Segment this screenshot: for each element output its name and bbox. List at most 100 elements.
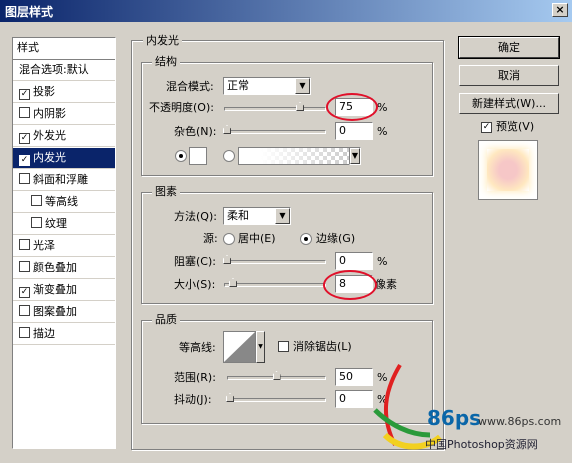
jitter-label: 抖动(J): <box>174 393 212 406</box>
sidebar-item[interactable]: 样式 <box>13 38 115 60</box>
style-checkbox[interactable] <box>31 217 42 228</box>
style-checkbox[interactable]: ✓ <box>19 287 30 298</box>
sidebar-item[interactable]: 描边 <box>13 324 115 345</box>
sidebar-item-label: 样式 <box>17 41 39 54</box>
source-center-radio[interactable] <box>223 233 235 245</box>
opacity-label: 不透明度(O): <box>149 101 214 114</box>
contour-thumbnail[interactable] <box>223 331 256 363</box>
ok-button[interactable]: 确定 <box>458 36 560 59</box>
jitter-slider[interactable] <box>225 393 326 402</box>
contour-label: 等高线: <box>179 341 216 354</box>
sidebar-item-label: 描边 <box>33 327 55 340</box>
glow-color-swatch[interactable] <box>189 147 207 165</box>
style-preview <box>478 140 538 200</box>
style-list: 样式 混合选项:默认 ✓ 投影 内阴影 ✓ 外发光 ✓ 内发光 斜面和浮雕 等高线 纹理 光泽 颜色叠加 ✓… <box>12 37 116 449</box>
source-center-label: 居中(E) <box>238 232 276 245</box>
choke-unit: % <box>377 255 388 268</box>
close-button[interactable]: × <box>552 3 568 17</box>
highlight-circle-size <box>323 270 377 300</box>
noise-label: 杂色(N): <box>174 125 217 138</box>
opacity-unit: % <box>377 101 388 114</box>
style-checkbox[interactable] <box>19 261 30 272</box>
sidebar-item-label: 斜面和浮雕 <box>33 173 88 186</box>
elements-title: 图素 <box>152 185 180 199</box>
source-edge-radio[interactable] <box>300 233 312 245</box>
solid-color-radio[interactable] <box>175 150 187 162</box>
gradient-picker-button[interactable]: ▼ <box>349 147 361 165</box>
method-value: 柔和 <box>227 209 249 222</box>
preview-glow-square <box>487 149 529 191</box>
sidebar-item-label: 投影 <box>33 85 55 98</box>
opacity-slider[interactable] <box>224 102 326 111</box>
sidebar-item-label: 等高线 <box>45 195 78 208</box>
watermark-url: www.86ps.com <box>478 415 562 428</box>
style-checkbox[interactable] <box>19 107 30 118</box>
style-checkbox[interactable] <box>19 327 30 338</box>
source-label: 源: <box>203 232 218 245</box>
title-bar: 图层样式 × <box>0 0 572 22</box>
watermark-brand: 86ps <box>427 406 482 430</box>
close-icon: × <box>555 3 565 16</box>
structure-title: 结构 <box>152 55 180 69</box>
gradient-swatch[interactable] <box>238 147 350 165</box>
quality-title: 品质 <box>152 313 180 327</box>
sidebar-item[interactable]: 斜面和浮雕 <box>13 170 115 191</box>
sidebar-item[interactable]: 纹理 <box>13 214 115 235</box>
sidebar-item-label: 混合选项:默认 <box>19 63 89 76</box>
sidebar-item[interactable]: 等高线 <box>13 192 115 213</box>
chevron-down-icon: ▼ <box>275 208 290 224</box>
blend-mode-value: 正常 <box>227 79 249 92</box>
sidebar-item[interactable]: 混合选项:默认 <box>13 60 115 81</box>
blend-mode-select[interactable]: 正常 ▼ <box>223 77 311 95</box>
preview-checkbox[interactable]: ✓ <box>481 122 492 133</box>
range-label: 范围(R): <box>174 371 216 384</box>
range-slider[interactable] <box>227 371 326 380</box>
chevron-down-icon: ▼ <box>295 78 310 94</box>
inner-glow-title: 内发光 <box>143 34 182 48</box>
sidebar-item-label: 内发光 <box>33 151 66 164</box>
sidebar-item[interactable]: ✓ 内发光 <box>13 148 115 169</box>
sidebar-item[interactable]: 图案叠加 <box>13 302 115 323</box>
sidebar-item[interactable]: 颜色叠加 <box>13 258 115 279</box>
cancel-button[interactable]: 取消 <box>459 65 559 86</box>
sidebar-item-label: 外发光 <box>33 129 66 142</box>
choke-label: 阻塞(C): <box>174 255 216 268</box>
style-checkbox[interactable]: ✓ <box>19 133 30 144</box>
choke-slider[interactable] <box>223 255 326 264</box>
highlight-circle-opacity <box>326 93 378 121</box>
antialias-checkbox[interactable] <box>278 341 289 352</box>
window-title: 图层样式 <box>5 5 54 19</box>
noise-input[interactable]: 0 <box>335 122 373 140</box>
choke-input[interactable]: 0 <box>335 252 373 270</box>
sidebar-item-label: 颜色叠加 <box>33 261 77 274</box>
new-style-button[interactable]: 新建样式(W)... <box>459 93 559 114</box>
sidebar-item-label: 光泽 <box>33 239 55 252</box>
style-checkbox[interactable] <box>19 305 30 316</box>
sidebar-item[interactable]: ✓ 外发光 <box>13 126 115 147</box>
style-checkbox[interactable]: ✓ <box>19 155 30 166</box>
noise-unit: % <box>377 125 388 138</box>
style-checkbox[interactable] <box>19 173 30 184</box>
sidebar-item[interactable]: 内阴影 <box>13 104 115 125</box>
chevron-down-icon: ▼ <box>350 148 360 164</box>
gradient-radio[interactable] <box>223 150 235 162</box>
style-checkbox[interactable] <box>31 195 42 206</box>
contour-curve-icon <box>224 332 255 362</box>
sidebar-item[interactable]: ✓ 渐变叠加 <box>13 280 115 301</box>
size-slider[interactable] <box>224 278 326 287</box>
sidebar-item[interactable]: 光泽 <box>13 236 115 257</box>
style-checkbox[interactable]: ✓ <box>19 89 30 100</box>
noise-slider[interactable] <box>223 125 326 134</box>
watermark-site: 中国Photoshop资源网 <box>425 438 538 451</box>
preview-label: 预览(V) <box>496 120 535 133</box>
style-checkbox[interactable] <box>19 239 30 250</box>
blend-mode-label: 混合模式: <box>166 80 214 93</box>
method-select[interactable]: 柔和 ▼ <box>223 207 291 225</box>
sidebar-item[interactable]: ✓ 投影 <box>13 82 115 103</box>
source-edge-label: 边缘(G) <box>316 232 356 245</box>
size-label: 大小(S): <box>174 278 216 291</box>
chevron-down-icon: ▼ <box>258 343 263 350</box>
method-label: 方法(Q): <box>174 210 217 223</box>
antialias-label: 消除锯齿(L) <box>293 340 352 353</box>
contour-picker-button[interactable]: ▼ <box>256 331 265 363</box>
